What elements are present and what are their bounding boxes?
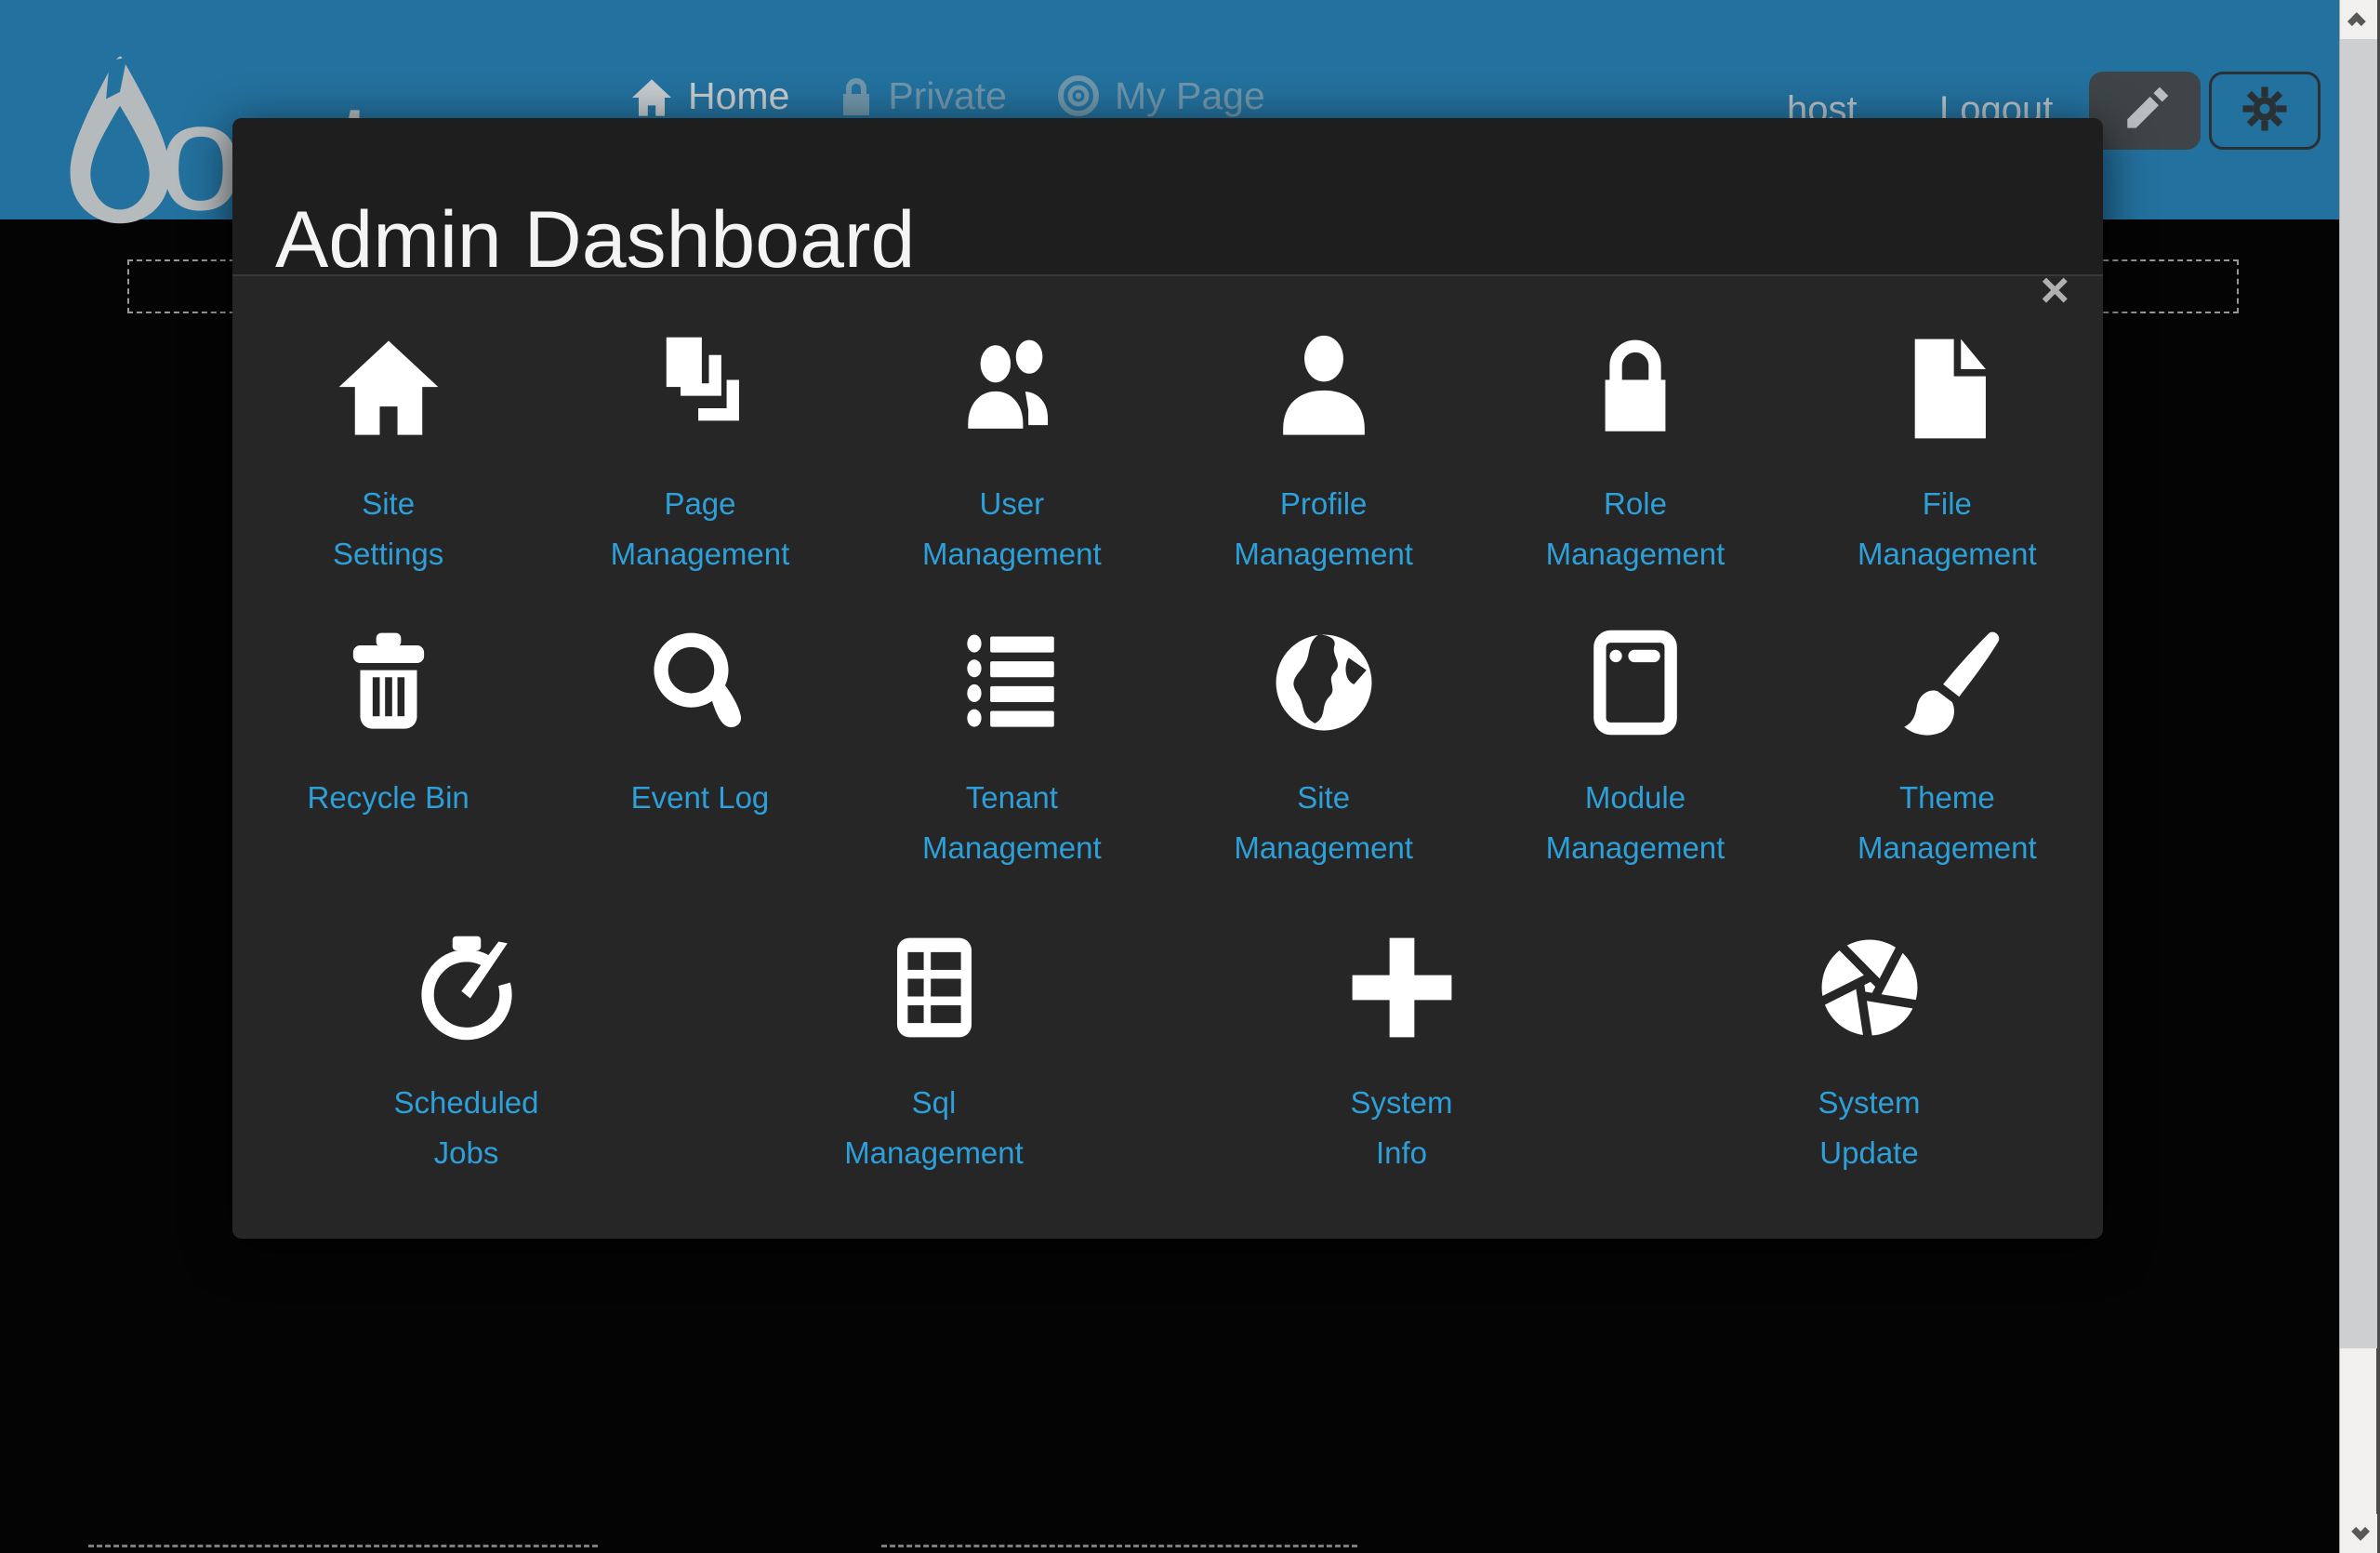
modal-body: Site Settings Page Management User Manag…	[232, 276, 2103, 1234]
tile-label: Site Management	[1234, 773, 1413, 873]
tile-page-management[interactable]: Page Management	[544, 330, 855, 579]
dashboard-tile-row: Site Settings Page Management User Manag…	[232, 330, 2103, 579]
scrollbar-thumb[interactable]	[2340, 39, 2377, 1348]
nav-label: My Page	[1115, 74, 1265, 117]
home-icon	[332, 330, 445, 447]
tile-label: Theme Management	[1858, 773, 2037, 873]
tile-file-management[interactable]: File Management	[1792, 330, 2103, 579]
vertical-scrollbar[interactable]	[2339, 0, 2380, 1553]
nav-label: Private	[888, 74, 1007, 117]
modal-header: Admin Dashboard ×	[232, 118, 2103, 276]
lock-icon	[1579, 330, 1692, 447]
dashboard-tile-row: Scheduled Jobs Sql Management System Inf…	[232, 929, 2103, 1178]
tile-label: Event Log	[631, 773, 770, 823]
pencil-icon	[2117, 81, 2173, 141]
tile-sql-management[interactable]: Sql Management	[700, 929, 1168, 1178]
scroll-up-button[interactable]	[2340, 0, 2377, 39]
home-icon	[630, 78, 673, 117]
scroll-down-button[interactable]	[2340, 1514, 2377, 1553]
gear-icon	[2238, 82, 2292, 140]
tile-label: User Management	[922, 479, 1102, 579]
tile-label: Recycle Bin	[308, 773, 469, 823]
lock-icon	[840, 76, 873, 117]
tile-module-management[interactable]: Module Management	[1479, 624, 1791, 873]
tile-label: Sql Management	[844, 1078, 1024, 1178]
edit-mode-button[interactable]	[2089, 72, 2201, 150]
user-icon	[1267, 330, 1381, 447]
tile-system-update[interactable]: System Update	[1635, 929, 2103, 1178]
tile-system-info[interactable]: System Info	[1168, 929, 1635, 1178]
medical-cross-icon	[1345, 929, 1459, 1046]
chevron-up-icon	[2347, 12, 2366, 31]
tile-label: Page Management	[611, 479, 790, 579]
nav-item-home[interactable]: Home	[630, 74, 789, 117]
tile-label: Site Settings	[333, 479, 443, 579]
trash-icon	[332, 624, 445, 741]
tile-profile-management[interactable]: Profile Management	[1168, 330, 1479, 579]
admin-dashboard-modal: Admin Dashboard × Site Settings Page Man…	[232, 118, 2103, 1239]
chevron-down-icon	[2351, 1522, 2370, 1541]
users-icon	[955, 330, 1068, 447]
tile-label: Profile Management	[1234, 479, 1413, 579]
nav-item-my-page[interactable]: My Page	[1057, 74, 1265, 117]
timer-icon	[410, 929, 523, 1046]
tile-role-management[interactable]: Role Management	[1479, 330, 1791, 579]
tile-label: System Update	[1818, 1078, 1920, 1178]
aperture-icon	[1813, 929, 1926, 1046]
tile-label: Tenant Management	[922, 773, 1102, 873]
tile-recycle-bin[interactable]: Recycle Bin	[232, 624, 544, 873]
modal-title: Admin Dashboard	[275, 200, 915, 280]
tile-label: Scheduled Jobs	[394, 1078, 539, 1178]
nav-item-private[interactable]: Private	[840, 74, 1007, 117]
list-icon	[955, 624, 1068, 741]
close-icon[interactable]: ×	[2040, 265, 2069, 315]
main-nav: Home Private	[630, 74, 1265, 117]
browser-icon	[1579, 624, 1692, 741]
nav-label: Home	[688, 74, 789, 117]
water-drop-icon	[68, 54, 172, 232]
layers-icon	[643, 330, 757, 447]
target-icon	[1057, 74, 1100, 117]
tile-site-management[interactable]: Site Management	[1168, 624, 1479, 873]
brush-icon	[1890, 624, 2003, 741]
magnifier-icon	[643, 624, 757, 741]
dashboard-tile-row: Recycle Bin Event Log Tenant Management …	[232, 624, 2103, 873]
settings-button[interactable]	[2209, 72, 2320, 150]
tile-label: File Management	[1858, 479, 2037, 579]
tile-tenant-management[interactable]: Tenant Management	[856, 624, 1168, 873]
tile-site-settings[interactable]: Site Settings	[232, 330, 544, 579]
tile-label: Role Management	[1546, 479, 1726, 579]
pane-placeholder-fragment	[88, 1545, 598, 1553]
tile-scheduled-jobs[interactable]: Scheduled Jobs	[232, 929, 700, 1178]
file-icon	[1890, 330, 2003, 447]
tile-event-log[interactable]: Event Log	[544, 624, 855, 873]
tile-user-management[interactable]: User Management	[856, 330, 1168, 579]
spreadsheet-icon	[878, 929, 991, 1046]
tile-label: System Info	[1350, 1078, 1452, 1178]
tile-theme-management[interactable]: Theme Management	[1792, 624, 2103, 873]
pane-placeholder-fragment	[881, 1545, 1357, 1553]
page: oqtane Home Private	[0, 0, 2380, 1553]
globe-icon	[1267, 624, 1381, 741]
tile-label: Module Management	[1546, 773, 1726, 873]
